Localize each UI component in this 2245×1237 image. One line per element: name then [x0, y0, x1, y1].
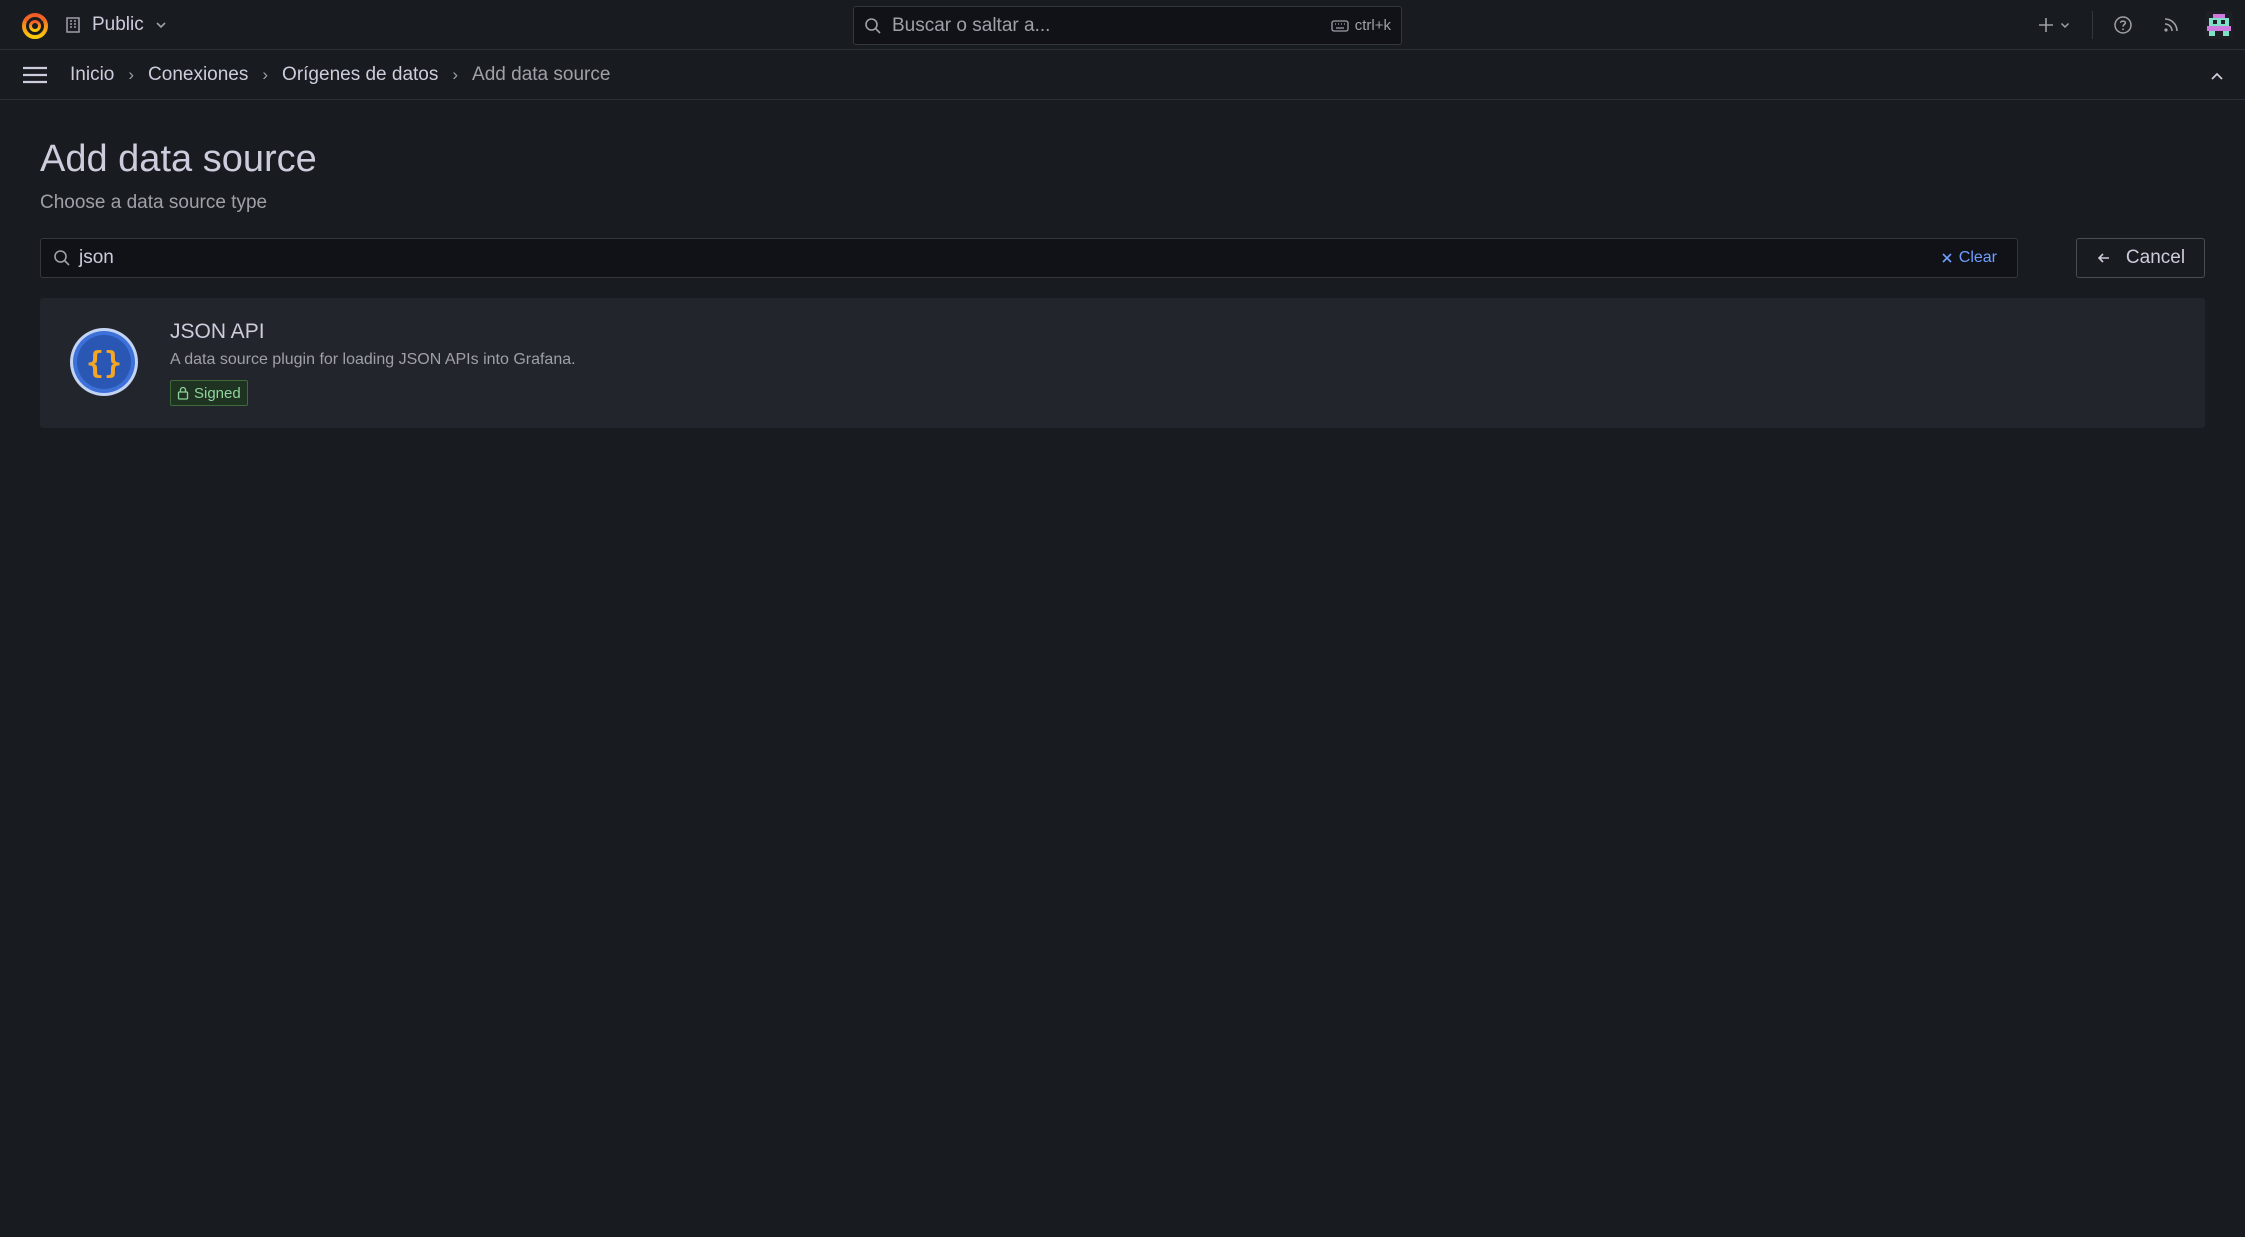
topbar-divider [2092, 11, 2093, 39]
search-icon [54, 250, 70, 266]
search-icon [865, 17, 881, 34]
clear-label: Clear [1958, 249, 1997, 266]
breadcrumb-separator: › [262, 65, 269, 84]
help-button[interactable] [2103, 0, 2143, 50]
new-menu-button[interactable] [2026, 0, 2082, 50]
breadcrumb-origenes-de-datos[interactable]: Orígenes de datos [282, 64, 438, 86]
org-switcher[interactable]: Public [64, 11, 168, 39]
breadcrumb-separator: › [452, 65, 459, 84]
lock-icon [177, 386, 189, 400]
close-icon [1942, 253, 1952, 263]
search-placeholder: Buscar o saltar a... [892, 14, 1051, 36]
breadcrumb-separator: › [128, 65, 135, 84]
plus-icon [2039, 18, 2053, 32]
building-icon [66, 17, 80, 33]
filter-value: json [79, 247, 114, 268]
cancel-label: Cancel [2125, 247, 2186, 268]
json-api-plugin-icon: {} [70, 328, 138, 396]
clear-button[interactable]: Clear [1941, 249, 2005, 267]
plugin-description: A data source plugin for loading JSON AP… [170, 351, 576, 368]
arrow-left-icon [2097, 253, 2109, 263]
rss-icon [2164, 18, 2178, 32]
breadcrumb-current: Add data source [472, 64, 611, 85]
user-avatar[interactable] [2199, 0, 2239, 50]
news-button[interactable] [2143, 0, 2199, 50]
help-icon [2114, 16, 2132, 34]
chevron-up-icon[interactable] [2205, 64, 2229, 88]
plugin-name: JSON API [170, 320, 265, 343]
breadcrumb-bar: Inicio › Conexiones › Orígenes de datos … [0, 50, 2245, 100]
breadcrumb-conexiones[interactable]: Conexiones [148, 64, 248, 86]
page-subtitle: Choose a data source type [40, 192, 268, 213]
signed-badge: Signed [170, 380, 248, 406]
org-name: Public [92, 14, 144, 35]
avatar-icon [2205, 11, 2233, 39]
datasource-result-card[interactable]: {} JSON API A data source plugin for loa… [40, 298, 2205, 428]
grafana-logo-icon[interactable] [20, 10, 50, 40]
keyboard-icon [1331, 19, 1349, 32]
breadcrumb: Inicio › Conexiones › Orígenes de datos … [70, 63, 610, 87]
menu-icon[interactable] [20, 63, 50, 87]
page-title: Add data source [40, 138, 317, 180]
signed-badge-label: Signed [194, 384, 241, 402]
global-search-input[interactable]: Buscar o saltar a... ctrl+k [853, 6, 1402, 45]
cancel-button[interactable]: Cancel [2076, 238, 2205, 278]
datasource-filter-input[interactable]: json Clear [40, 238, 2018, 278]
top-bar: Public Buscar o saltar a... ctrl+k [0, 0, 2245, 50]
chevron-down-icon [2060, 22, 2070, 29]
top-actions [2026, 0, 2245, 50]
search-shortcut-label: ctrl+k [1354, 17, 1391, 34]
breadcrumb-inicio[interactable]: Inicio [70, 64, 114, 86]
chevron-down-icon [156, 22, 166, 29]
search-shortcut: ctrl+k [1331, 17, 1391, 34]
plugin-logo-text: {} [86, 346, 122, 381]
